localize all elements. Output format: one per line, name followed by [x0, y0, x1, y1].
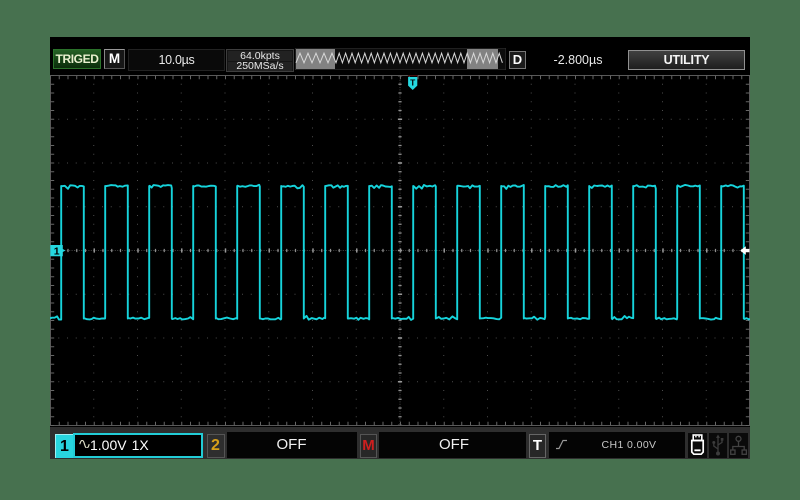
svg-text:T: T [410, 77, 416, 87]
svg-text:1: 1 [54, 245, 60, 257]
